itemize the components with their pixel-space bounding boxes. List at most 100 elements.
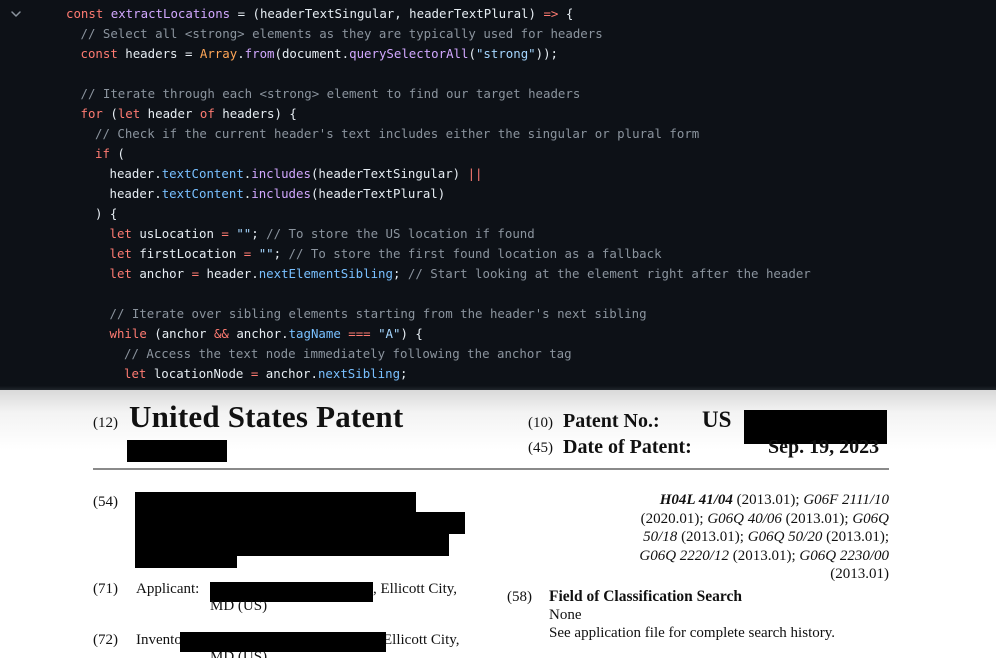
cpc-line: (2020.01); G06Q 40/06 (2013.01); G06Q xyxy=(641,511,889,528)
code-token: = xyxy=(251,366,266,381)
inventor-label: Invento xyxy=(136,632,182,649)
code-line[interactable]: let locationNode = anchor.nextSibling; xyxy=(124,364,408,384)
code-token: anchor. xyxy=(236,326,288,341)
code-token: . xyxy=(237,46,244,61)
date-of-patent-value: Sep. 19, 2023 xyxy=(768,436,879,459)
cpc-code: G06F 2111/10 xyxy=(803,492,889,508)
cpc-code: G06Q 50/20 xyxy=(748,529,823,545)
code-line[interactable]: if ( xyxy=(95,144,125,164)
field-number-72: (72) xyxy=(93,632,118,649)
field-number-12: (12) xyxy=(93,415,118,432)
chevron-down-icon[interactable] xyxy=(9,7,23,21)
code-line[interactable]: const headers = Array.from(document.quer… xyxy=(81,44,559,64)
code-token: { xyxy=(558,6,573,21)
applicant-city: , Ellicott City, xyxy=(373,581,457,598)
redacted-title xyxy=(135,492,416,512)
code-token: (headerTextSingular) xyxy=(311,166,468,181)
code-token: (headerTextPlural) xyxy=(311,186,445,201)
code-token: // Iterate through each <strong> element… xyxy=(81,86,581,101)
field-number-71: (71) xyxy=(93,581,118,598)
code-token: ( xyxy=(468,46,475,61)
code-token: nextElementSibling xyxy=(259,266,393,281)
field-of-search-history: See application file for complete search… xyxy=(549,625,835,642)
code-token: header. xyxy=(206,266,258,281)
inventor-city: Ellicott City, xyxy=(383,632,460,649)
code-token: Array xyxy=(200,46,237,61)
code-line[interactable]: // Iterate over sibling elements startin… xyxy=(110,304,647,324)
code-line[interactable]: // Access the text node immediately foll… xyxy=(124,344,572,364)
code-token: ( xyxy=(110,106,117,121)
code-token: = xyxy=(244,246,259,261)
field-number-10: (10) xyxy=(528,415,553,432)
code-token: let xyxy=(110,266,140,281)
code-token: let xyxy=(110,246,140,261)
patent-title: United States Patent xyxy=(129,399,403,435)
code-token: ; xyxy=(274,246,289,261)
field-number-54: (54) xyxy=(93,494,118,511)
cpc-code: H04L 41/04 xyxy=(660,492,733,508)
code-line[interactable]: // Iterate through each <strong> element… xyxy=(81,84,581,104)
code-token: ) { xyxy=(400,326,422,341)
code-token: anchor xyxy=(139,266,191,281)
cpc-code: 50/18 xyxy=(643,529,677,545)
cpc-version: (2013.01) xyxy=(830,566,889,582)
code-token: textContent xyxy=(162,166,244,181)
code-token: header xyxy=(148,106,200,121)
code-line[interactable]: let anchor = header.nextElementSibling; … xyxy=(110,264,811,284)
code-token: // Start looking at the element right af… xyxy=(408,266,811,281)
code-line[interactable]: // Check if the current header's text in… xyxy=(95,124,699,144)
code-token: (document. xyxy=(275,46,350,61)
code-token: "strong" xyxy=(476,46,536,61)
code-line[interactable]: let firstLocation = ""; // To store the … xyxy=(110,244,662,264)
code-line[interactable]: let usLocation = ""; // To store the US … xyxy=(110,224,535,244)
code-token: ; xyxy=(251,226,266,241)
cpc-line: 50/18 (2013.01); G06Q 50/20 (2013.01); xyxy=(643,529,889,546)
code-line[interactable]: while (anchor && anchor.tagName === "A")… xyxy=(110,324,423,344)
patent-document: (12) United States Patent (10) Patent No… xyxy=(0,390,996,658)
cpc-code: G06Q 2220/12 xyxy=(639,548,729,564)
date-of-patent-label: Date of Patent: xyxy=(563,436,692,459)
code-token: anchor. xyxy=(266,366,318,381)
field-number-58: (58) xyxy=(507,589,532,606)
code-token: = (headerTextSingular, headerTextPlural) xyxy=(230,6,543,21)
code-token: nextSibling xyxy=(318,366,400,381)
code-line[interactable]: for (let header of headers) { xyxy=(81,104,297,124)
redacted-title xyxy=(135,556,237,568)
cpc-code: G06Q 2230/00 xyxy=(799,548,889,564)
cpc-line: (2013.01) xyxy=(830,566,889,583)
code-line[interactable]: header.textContent.includes(headerTextSi… xyxy=(110,164,483,184)
redacted-title xyxy=(135,512,465,534)
code-token: = xyxy=(192,266,207,281)
code-token: || xyxy=(468,166,483,181)
code-token: "" xyxy=(236,226,251,241)
code-token: while xyxy=(110,326,155,341)
code-token: )); xyxy=(536,46,558,61)
cpc-code: G06Q xyxy=(852,511,889,527)
code-line[interactable]: const extractLocations = (headerTextSing… xyxy=(66,4,573,24)
code-token: const xyxy=(66,6,111,21)
code-line[interactable]: ) { xyxy=(95,204,117,224)
code-line[interactable]: // Select all <strong> elements as they … xyxy=(81,24,603,44)
code-token: = xyxy=(221,226,236,241)
code-token: // Select all <strong> elements as they … xyxy=(81,26,603,41)
code-line[interactable]: header.textContent.includes(headerTextPl… xyxy=(110,184,446,204)
code-token: // To store the first found location as … xyxy=(289,246,662,261)
code-editor[interactable]: const extractLocations = (headerTextSing… xyxy=(0,0,996,390)
code-token: usLocation xyxy=(139,226,221,241)
cpc-line: H04L 41/04 (2013.01); G06F 2111/10 xyxy=(660,492,889,509)
field-of-search-label: Field of Classification Search xyxy=(549,588,742,606)
header-rule xyxy=(93,468,889,470)
code-token: includes xyxy=(251,166,311,181)
code-token: extractLocations xyxy=(111,6,230,21)
applicant-label: Applicant: xyxy=(136,581,199,598)
cpc-version: (2013.01); xyxy=(782,511,852,527)
code-token: ( xyxy=(117,146,124,161)
code-token: headers) { xyxy=(222,106,297,121)
code-token: header. xyxy=(110,166,162,181)
code-token: => xyxy=(543,6,558,21)
code-token: let xyxy=(118,106,148,121)
code-token: let xyxy=(124,366,154,381)
code-token: headers = xyxy=(125,46,200,61)
redacted-title xyxy=(135,534,449,556)
cpc-version: (2013.01); xyxy=(729,548,799,564)
